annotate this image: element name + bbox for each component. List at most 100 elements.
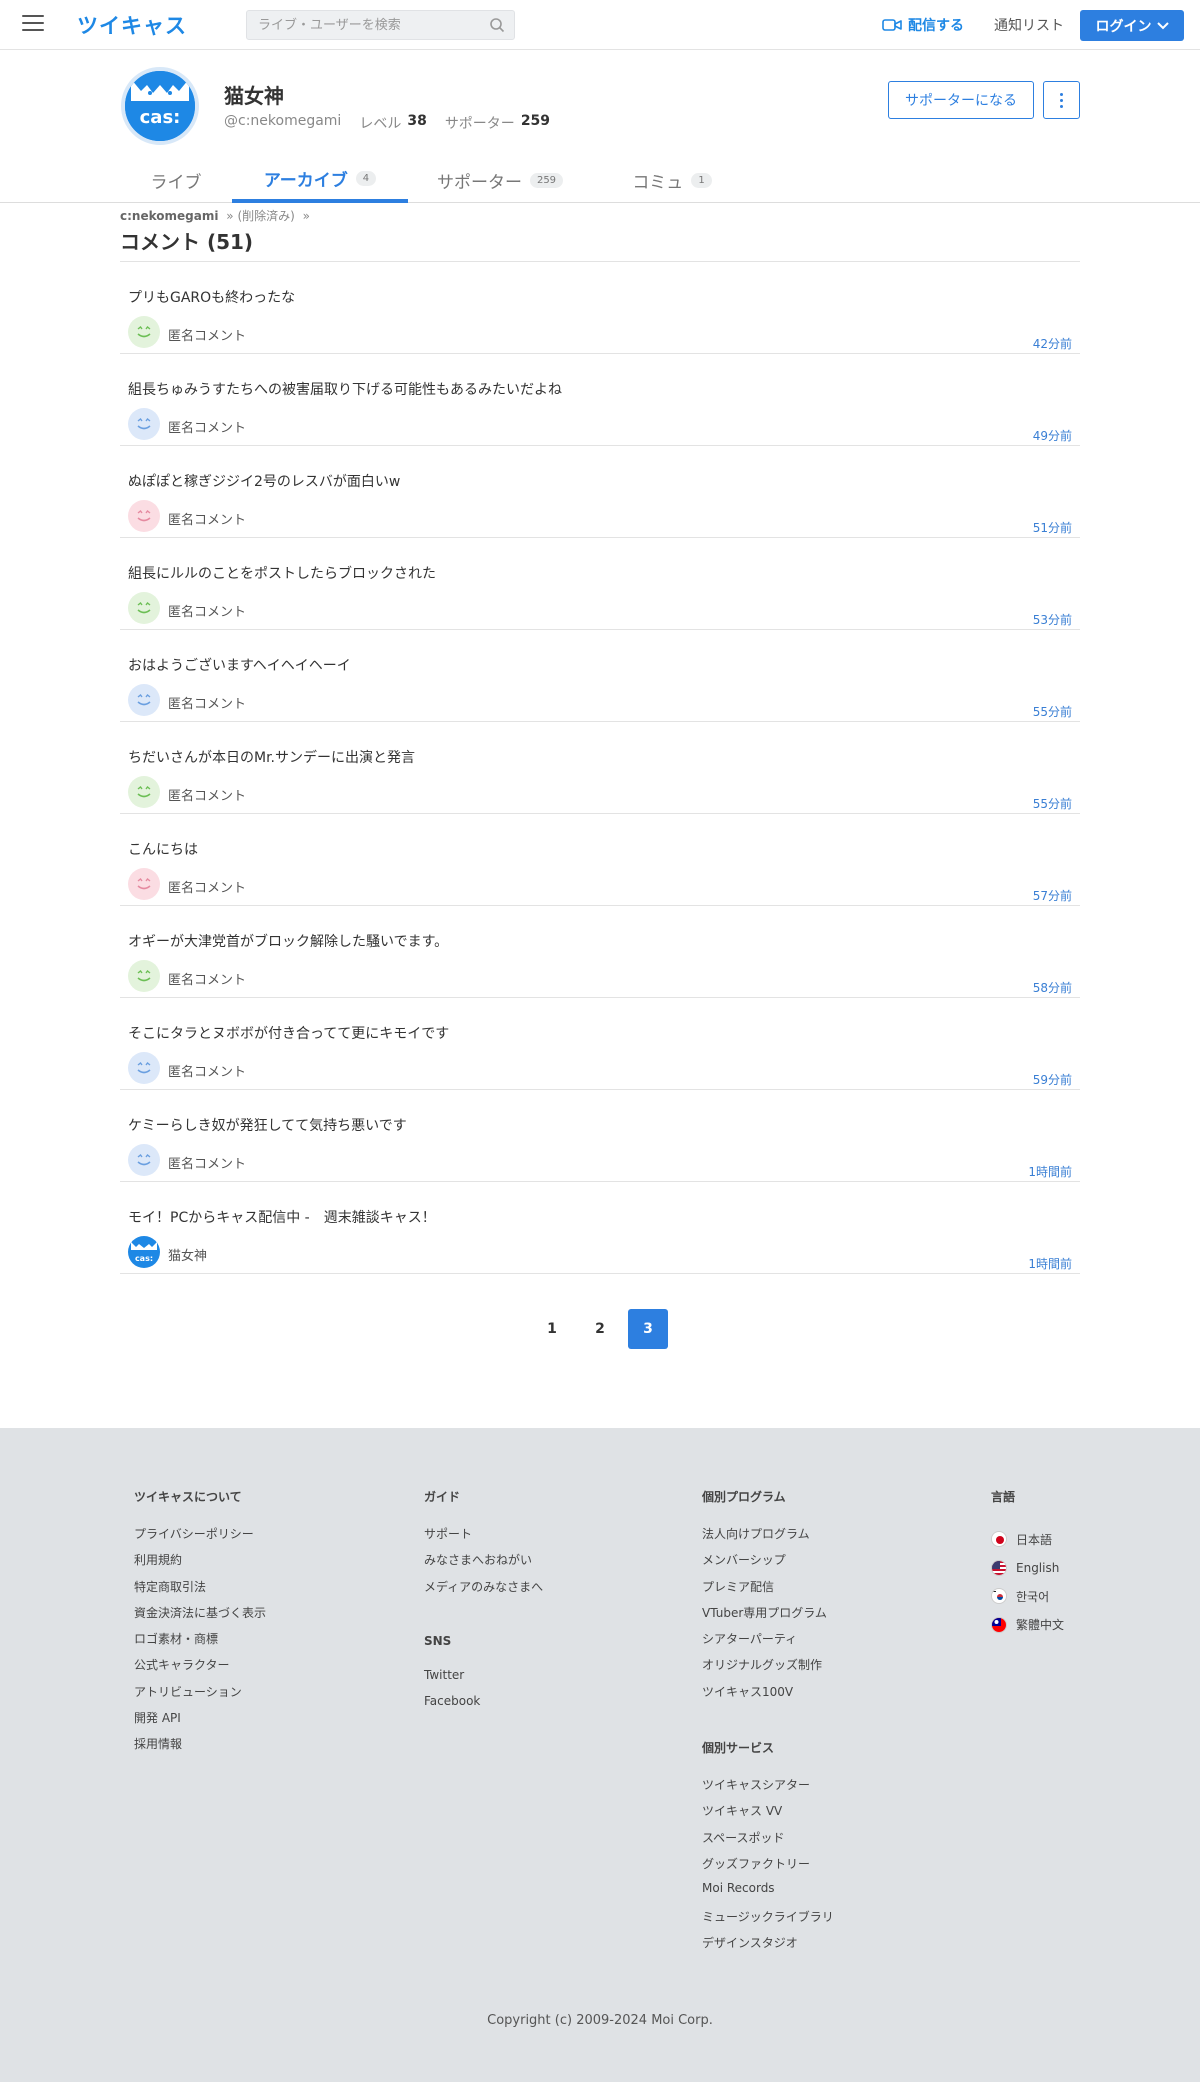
comment-author: 匿名コメント — [168, 605, 247, 620]
comment-row: 組長ちゅみうすたちへの被害届取り下げる可能性もあるみたいだよね 匿名コメント 49分… — [120, 354, 1080, 446]
comment-timestamp[interactable]: 49分前 — [1033, 427, 1072, 444]
become-supporter-button[interactable]: サポーターになる — [888, 81, 1034, 119]
broadcast-label: 配信する — [908, 18, 964, 34]
site-logo[interactable]: ツイキャス — [77, 10, 187, 40]
page-3-button[interactable]: 3 — [628, 1309, 668, 1349]
anonymous-smiley-icon[interactable] — [128, 684, 160, 716]
footer-link[interactable]: VTuber専用プログラム — [702, 1604, 834, 1630]
level-value: 38 — [407, 113, 427, 129]
comment-timestamp[interactable]: 57分前 — [1033, 887, 1072, 904]
comment-timestamp[interactable]: 1時間前 — [1028, 1255, 1072, 1272]
anonymous-smiley-icon[interactable] — [128, 776, 160, 808]
more-options-button[interactable] — [1043, 81, 1080, 119]
login-button[interactable]: ログイン — [1080, 10, 1184, 41]
footer-link[interactable]: ロゴ素材・商標 — [134, 1630, 266, 1656]
footer-link[interactable]: サポート — [424, 1525, 543, 1551]
footer-link[interactable]: アトリビューション — [134, 1683, 266, 1709]
comment-timestamp[interactable]: 51分前 — [1033, 519, 1072, 536]
anonymous-smiley-icon[interactable] — [128, 500, 160, 532]
footer-link[interactable]: 採用情報 — [134, 1735, 266, 1761]
comment-text: オギーが大津党首がブロック解除した騒いでます。 — [128, 934, 449, 950]
anonymous-smiley-icon[interactable] — [128, 868, 160, 900]
broadcast-button[interactable]: 配信する — [882, 15, 964, 35]
footer-link[interactable]: ツイキャス VV — [702, 1802, 834, 1828]
comment-timestamp[interactable]: 55分前 — [1033, 703, 1072, 720]
comment-row: モイ！PCからキャス配信中 - 週末雑談キャス！ cas: 猫女神 1時間前 — [120, 1182, 1080, 1274]
comment-timestamp[interactable]: 55分前 — [1033, 795, 1072, 812]
footer-link[interactable]: グッズファクトリー — [702, 1855, 834, 1881]
footer-link[interactable]: ツイキャスシアター — [702, 1776, 834, 1802]
comment-timestamp[interactable]: 42分前 — [1033, 335, 1072, 352]
copyright: Copyright (c) 2009-2024 Moi Corp. — [487, 2013, 713, 2028]
footer-link[interactable]: メンバーシップ — [702, 1551, 834, 1577]
tab-label: サポーター — [436, 173, 522, 193]
menu-icon[interactable] — [22, 15, 44, 33]
footer-sns-link[interactable]: Twitter — [424, 1668, 543, 1694]
breadcrumb-deleted-link[interactable]: (削除済み) — [237, 209, 294, 223]
footer-link[interactable]: オリジナルグッズ制作 — [702, 1656, 834, 1682]
comment-author: 匿名コメント — [168, 1157, 247, 1172]
comment-timestamp[interactable]: 1時間前 — [1028, 1163, 1072, 1180]
footer-link[interactable]: 特定商取引法 — [134, 1578, 266, 1604]
tab-community[interactable]: コミュ 1 — [592, 158, 752, 203]
comment-text: ちだいさんが本日のMr.サンデーに出演と発言 — [128, 750, 415, 766]
footer-link[interactable]: Moi Records — [702, 1881, 834, 1907]
video-camera-icon — [882, 19, 902, 31]
language-option[interactable]: 日本語 — [991, 1525, 1064, 1554]
language-option[interactable]: 한국어 — [991, 1582, 1064, 1611]
footer-link[interactable]: 公式キャラクター — [134, 1656, 266, 1682]
comment-row: ちだいさんが本日のMr.サンデーに出演と発言匿名コメント 55分前 — [120, 722, 1080, 814]
profile-avatar[interactable]: cas: — [121, 67, 199, 145]
more-dot — [1060, 104, 1063, 108]
comment-author: 匿名コメント — [168, 789, 247, 804]
footer-heading: ツイキャスについて — [134, 1490, 242, 1504]
more-dot — [1060, 98, 1063, 102]
comment-timestamp[interactable]: 58分前 — [1033, 979, 1072, 996]
tab-live[interactable]: ライブ — [120, 158, 232, 203]
tw-flag-icon — [991, 1616, 1007, 1633]
page-1-button[interactable]: 1 — [532, 1309, 572, 1349]
footer-link[interactable]: シアターパーティ — [702, 1630, 834, 1656]
comment-author[interactable]: 猫女神 — [168, 1245, 207, 1264]
site-footer: ツイキャスについて プライバシーポリシー 利用規約 特定商取引法 資金決済法に基づく表… — [0, 1428, 1200, 2082]
anonymous-smiley-icon[interactable] — [128, 960, 160, 992]
owner-avatar[interactable]: cas: — [128, 1236, 160, 1268]
footer-link[interactable]: デザインスタジオ — [702, 1934, 834, 1960]
comment-timestamp[interactable]: 53分前 — [1033, 611, 1072, 628]
anonymous-smiley-icon[interactable] — [128, 1144, 160, 1176]
tab-archive[interactable]: アーカイブ 4 — [232, 158, 408, 203]
breadcrumb-user-link[interactable]: c:nekomegami — [120, 209, 218, 223]
search-icon[interactable] — [489, 17, 505, 33]
footer-program-column: 個別プログラム 法人向けプログラム メンバーシップ プレミア配信 VTuber専用プロ… — [702, 1488, 834, 1960]
footer-link[interactable]: 法人向けプログラム — [702, 1525, 834, 1551]
notify-list-link[interactable]: 通知リスト — [994, 15, 1064, 35]
footer-link[interactable]: スペースポッド — [702, 1829, 834, 1855]
footer-link[interactable]: 資金決済法に基づく表示 — [134, 1604, 266, 1630]
anonymous-smiley-icon[interactable] — [128, 592, 160, 624]
footer-link[interactable]: 開発 API — [134, 1709, 266, 1735]
language-option[interactable]: English — [991, 1554, 1064, 1583]
language-option[interactable]: 繁體中文 — [991, 1611, 1064, 1640]
language-label: English — [1016, 1560, 1060, 1575]
page-2-button[interactable]: 2 — [580, 1309, 620, 1349]
search-input[interactable] — [247, 11, 477, 39]
footer-link[interactable]: ツイキャス100V — [702, 1683, 834, 1709]
anonymous-smiley-icon[interactable] — [128, 316, 160, 348]
tab-count-badge: 4 — [355, 171, 377, 186]
footer-link[interactable]: ミュージックライブラリ — [702, 1908, 834, 1934]
footer-link[interactable]: プライバシーポリシー — [134, 1525, 266, 1551]
footer-sns-link[interactable]: Facebook — [424, 1694, 543, 1720]
search-box[interactable] — [246, 10, 515, 40]
supporter-count-value: 259 — [520, 113, 551, 129]
footer-link[interactable]: みなさまへおねがい — [424, 1551, 543, 1577]
footer-link[interactable]: メディアのみなさまへ — [424, 1578, 543, 1604]
footer-link[interactable]: 利用規約 — [134, 1551, 266, 1577]
footer-link[interactable]: プレミア配信 — [702, 1578, 834, 1604]
anonymous-smiley-icon[interactable] — [128, 1052, 160, 1084]
comment-timestamp[interactable]: 59分前 — [1033, 1071, 1072, 1088]
level-label: レベル — [359, 116, 402, 132]
anonymous-smiley-icon[interactable] — [128, 408, 160, 440]
breadcrumb: c:nekomegami » (削除済み) » — [120, 207, 310, 224]
top-header: ツイキャス 配信する 通知リスト ログイン — [0, 0, 1200, 50]
tab-supporters[interactable]: サポーター 259 — [408, 158, 592, 203]
